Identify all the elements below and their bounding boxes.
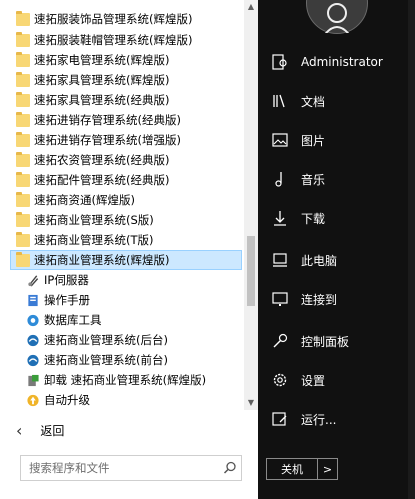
chevron-left-icon: ‹ [16,420,23,440]
list-item[interactable]: 速拓农资管理系统(经典版) [10,150,242,170]
user-account-button[interactable]: Administrator [258,43,415,81]
user-icon [322,3,352,38]
control-panel-button[interactable]: 控制面板 [258,322,415,360]
list-item[interactable]: 数据库工具 [20,310,242,330]
gear-icon [273,373,287,387]
list-item[interactable]: 速拓商业管理系统(后台) [20,330,242,350]
window-edge [408,0,415,499]
list-item[interactable]: 速拓家具管理系统(经典版) [10,90,242,110]
list-item[interactable]: 速拓家电管理系统(辉煌版) [10,50,242,70]
scroll-up-arrow-icon[interactable]: ▲ [244,0,258,14]
search-icon[interactable] [222,460,238,476]
chevron-right-icon: > [322,462,333,476]
folder-icon [16,131,30,147]
connect-icon [272,292,288,306]
this-pc-icon [273,253,287,267]
list-item[interactable]: 速拓商业管理系统(T版) [10,230,242,250]
list-item[interactable]: 卸载 速拓商业管理系统(辉煌版) [20,370,242,390]
list-item[interactable]: 速拓进销存管理系统(增强版) [10,130,242,150]
user-avatar[interactable] [306,0,368,38]
folder-icon [16,31,30,47]
search-input[interactable] [20,455,242,481]
documents-icon [273,94,285,108]
user-account-icon [272,54,287,70]
music-button[interactable]: 音乐 [258,160,415,198]
list-item[interactable]: IP伺服器 [20,270,242,290]
folder-icon [16,10,30,26]
list-item[interactable]: 速拓服装饰品管理系统(辉煌版) [10,9,242,29]
program-list: 速拓服装饰品管理系统(辉煌版) 速拓服装鞋帽管理系统(辉煌版) 速拓家电管理系统… [0,0,244,410]
downloads-icon [274,211,286,226]
list-item[interactable]: 速拓商业管理系统(前台) [20,350,242,370]
list-item-selected[interactable]: 速拓商业管理系统(辉煌版) [10,250,242,270]
folder-icon [16,71,30,87]
music-icon [275,172,282,187]
list-item[interactable]: 速拓商业管理系统(S版) [10,210,242,230]
folder-icon [16,191,30,207]
list-item[interactable]: 速拓商资通(辉煌版) [10,190,242,210]
run-icon [272,412,287,426]
folder-icon [16,211,30,227]
run-button[interactable]: 运行... [258,400,415,438]
list-item[interactable]: 速拓进销存管理系统(经典版) [10,110,242,130]
folder-icon [16,151,30,167]
auto-upgrade-icon [27,394,39,406]
list-item[interactable]: 速拓家具管理系统(辉煌版) [10,70,242,90]
ip-server-icon [28,274,39,287]
settings-button[interactable]: 设置 [258,361,415,399]
folder-icon [16,251,30,267]
app-backend-icon [27,334,39,346]
shutdown-button[interactable]: 关机 [266,458,318,480]
program-list-panel: 速拓服装饰品管理系统(辉煌版) 速拓服装鞋帽管理系统(辉煌版) 速拓家电管理系统… [0,0,258,499]
list-item[interactable]: 速拓服装鞋帽管理系统(辉煌版) [10,30,242,50]
uninstall-icon [28,374,39,386]
pictures-button[interactable]: 图片 [258,121,415,159]
scrollbar[interactable] [244,0,258,410]
list-item[interactable]: 自动升级 [20,390,242,410]
folder-icon [16,171,30,187]
folder-icon [16,231,30,247]
database-tool-icon [27,314,39,326]
folder-icon [16,91,30,107]
this-pc-button[interactable]: 此电脑 [258,241,415,279]
scroll-down-arrow-icon[interactable]: ▼ [244,396,258,410]
pictures-icon [272,133,288,147]
list-item[interactable]: 速拓配件管理系统(经典版) [10,170,242,190]
back-button[interactable]: ‹ 返回 [0,416,258,444]
folder-icon [16,111,30,127]
shutdown-options-button[interactable]: > [318,458,338,480]
scrollbar-thumb[interactable] [247,236,255,306]
folder-icon [16,51,30,67]
wrench-icon [273,333,288,348]
connect-button[interactable]: 连接到 [258,280,415,318]
manual-icon [28,294,38,306]
downloads-button[interactable]: 下载 [258,199,415,237]
documents-button[interactable]: 文档 [258,82,415,120]
app-frontend-icon [27,354,39,366]
list-item[interactable]: 操作手册 [20,290,242,310]
